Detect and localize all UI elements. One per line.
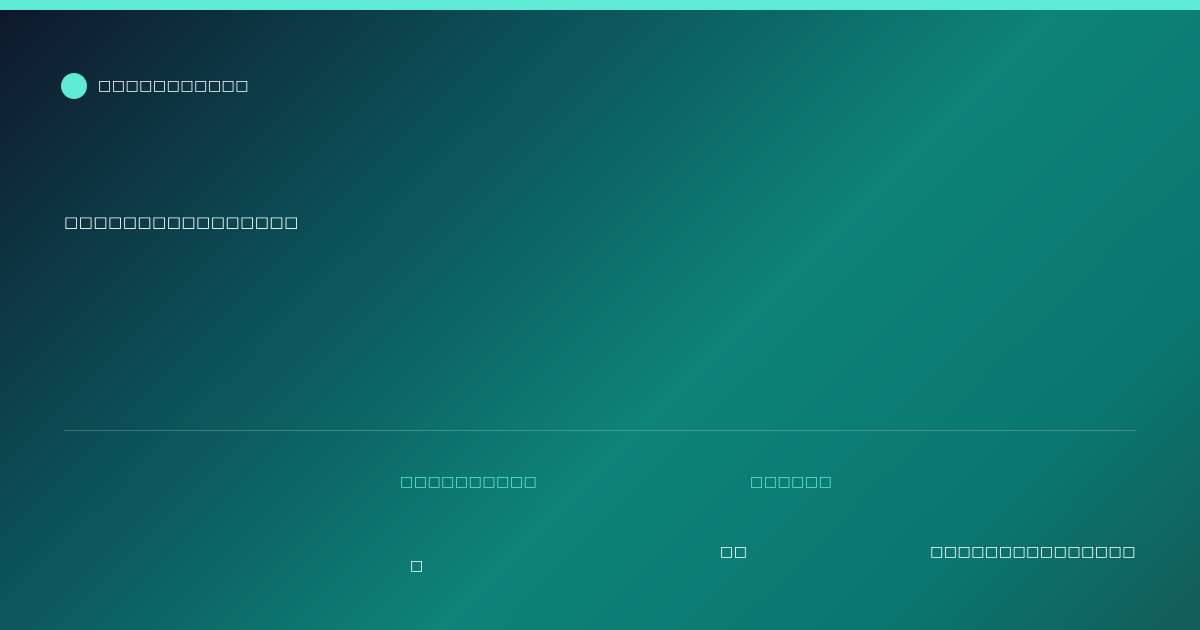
brand: □□□□□□□□□□□	[61, 73, 249, 99]
brand-logo-dot	[61, 73, 87, 99]
divider	[64, 430, 1136, 431]
brand-name: □□□□□□□□□□□	[98, 78, 250, 94]
meta-value-1: □	[410, 558, 424, 574]
headline: □□□□□□□□□□□□□□□□	[64, 213, 299, 231]
meta-value-2: □□	[720, 544, 748, 560]
top-accent-bar	[0, 0, 1200, 10]
meta-label-1: □□□□□□□□□□	[400, 474, 538, 490]
meta-value-3: □□□□□□□□□□□□□□□	[930, 544, 1136, 560]
meta-label-2: □□□□□□	[750, 474, 833, 490]
